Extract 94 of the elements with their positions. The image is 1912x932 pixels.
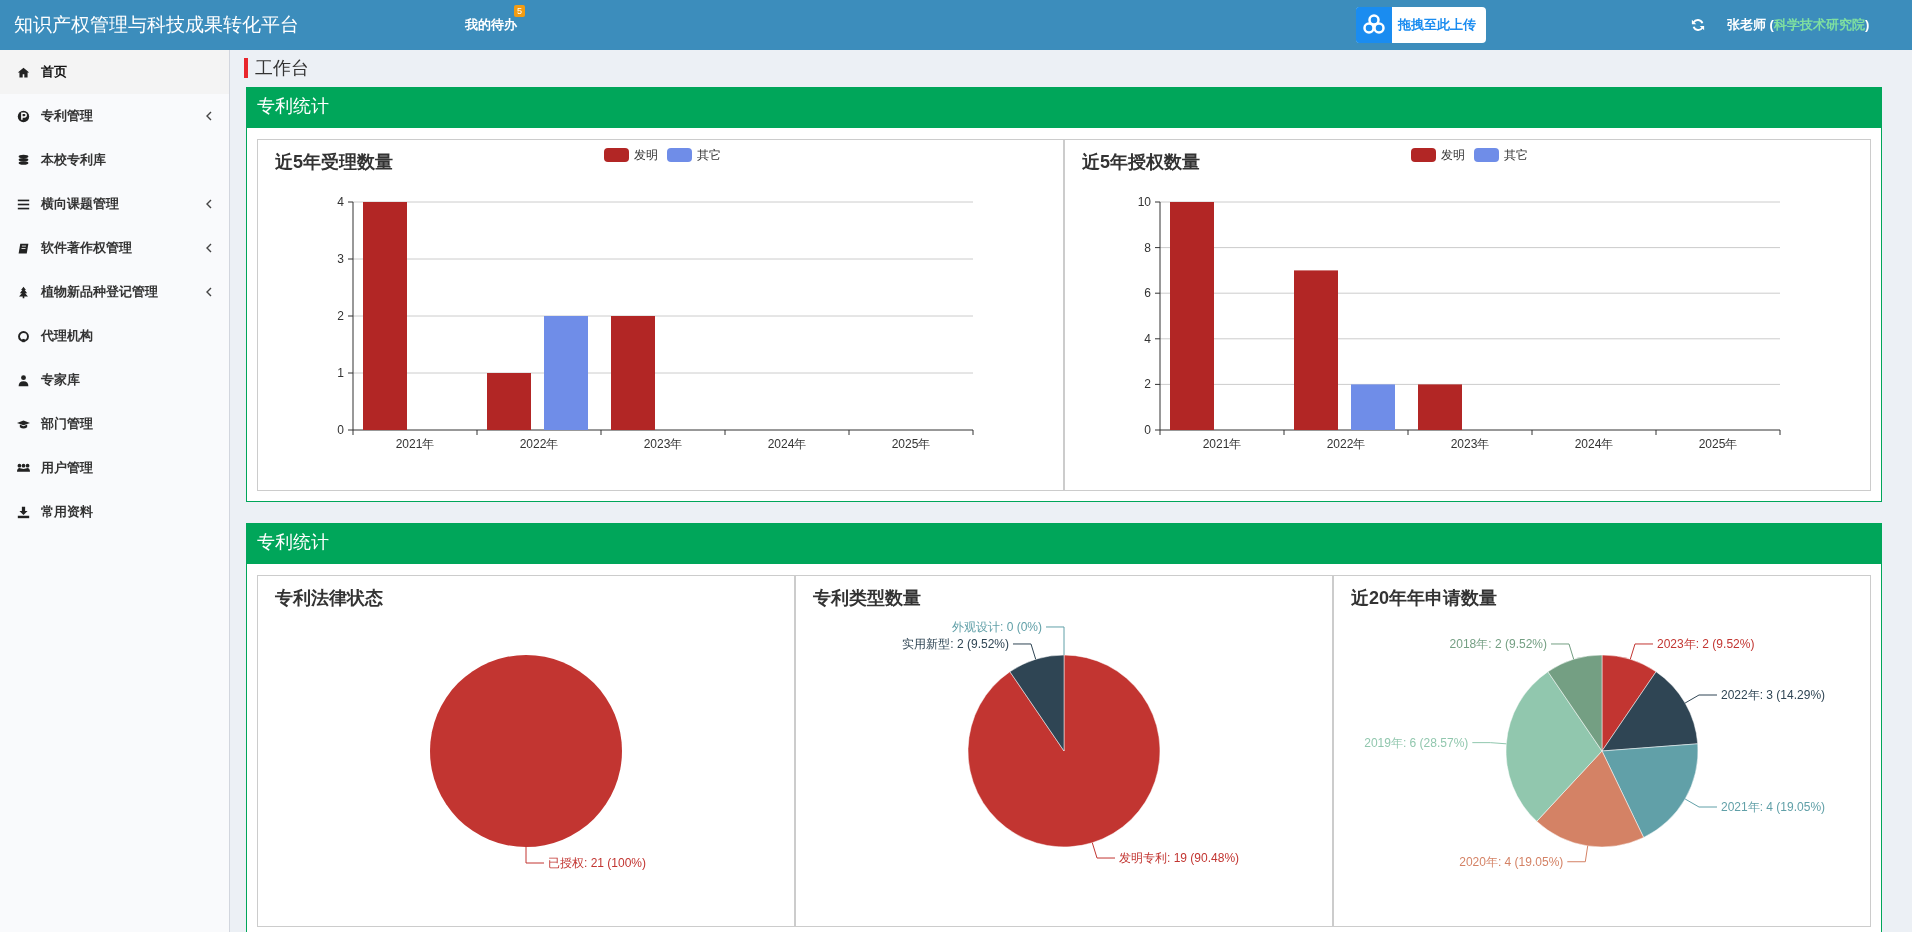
leader-line	[1012, 643, 1037, 660]
legend-label[interactable]: 发明	[634, 148, 658, 162]
tree-icon	[17, 285, 30, 299]
tick-label: 2021年	[1202, 437, 1242, 451]
leader-line	[1684, 798, 1718, 808]
tick-label: 4	[337, 195, 344, 209]
breadcrumb-title: 工作台	[244, 58, 309, 78]
sidebar-item[interactable]: 横向课题管理	[0, 182, 229, 226]
slice-label: 外观设计: 0 (0%)	[952, 620, 1042, 634]
count-badge: 5	[514, 5, 525, 17]
ring-icon	[17, 329, 30, 343]
sidebar-item[interactable]: 植物新品种登记管理	[0, 270, 229, 314]
leader-line	[1091, 842, 1116, 859]
chevron-left-icon	[205, 287, 213, 297]
tick-label: 2022年	[1326, 437, 1366, 451]
sidebar-item[interactable]: 首页	[0, 50, 229, 94]
tick-label: 0	[1144, 423, 1151, 437]
pie-slice[interactable]	[1601, 743, 1699, 838]
bar[interactable]	[1418, 384, 1462, 430]
users-icon	[17, 461, 30, 475]
chart-title: 近20年年申请数量	[1351, 588, 1498, 608]
legend-swatch[interactable]	[667, 148, 692, 162]
tick-label: 2023年	[643, 437, 683, 451]
sidebar-item[interactable]: 部门管理	[0, 402, 229, 446]
leader-line	[1471, 742, 1507, 745]
sidebar-item[interactable]: 代理机构	[0, 314, 229, 358]
slice-label: 实用新型: 2 (9.52%)	[902, 637, 1009, 651]
legend-label[interactable]: 其它	[697, 148, 721, 162]
slice-label: 2022年: 3 (14.29%)	[1721, 688, 1826, 702]
chart-title: 专利法律状态	[275, 588, 383, 608]
refresh-icon[interactable]	[1691, 18, 1705, 32]
sidebar-item[interactable]: 常用资料	[0, 490, 229, 534]
slice-label: 2018年: 2 (9.52%)	[1449, 637, 1547, 651]
pie-slice[interactable]	[1601, 671, 1698, 752]
tick-label: 2024年	[1574, 437, 1614, 451]
leader-line	[1566, 845, 1589, 863]
pie-slice[interactable]	[1009, 654, 1065, 752]
todo-link[interactable]: 我的待办	[465, 16, 517, 34]
leader-line	[1629, 643, 1654, 660]
leader-line	[1684, 694, 1718, 704]
sidebar-item[interactable]: 本校专利库	[0, 138, 229, 182]
download-icon	[17, 505, 30, 519]
tick-label: 6	[1144, 286, 1151, 301]
tick-label: 2	[1144, 377, 1151, 392]
user-menu[interactable]: 张老师 (科学技术研究院)	[1727, 16, 1870, 34]
legend-swatch[interactable]	[604, 148, 629, 162]
tick-label: 2024年	[767, 437, 807, 451]
tick-label: 10	[1137, 195, 1151, 209]
tick-label: 4	[1144, 331, 1151, 346]
tick-label: 1	[337, 366, 344, 380]
legend-swatch[interactable]	[1411, 148, 1436, 162]
chart-title: 近5年授权数量	[1082, 152, 1200, 172]
slice-label: 2019年: 6 (28.57%)	[1364, 735, 1469, 750]
pie-slice[interactable]	[967, 654, 1161, 848]
tick-label: 2025年	[891, 437, 931, 451]
slice-label: 2021年: 4 (19.05%)	[1721, 800, 1826, 814]
leader-line	[1550, 643, 1575, 660]
database-icon	[17, 153, 30, 167]
panel-header: 专利统计	[247, 88, 1881, 128]
chevron-left-icon	[205, 243, 213, 253]
chevron-left-icon	[205, 111, 213, 121]
home-icon	[17, 65, 30, 79]
tick-label: 2021年	[395, 437, 435, 451]
panel-header: 专利统计	[247, 524, 1881, 564]
tick-label: 2	[337, 309, 344, 323]
sidebar-item[interactable]: 软件著作权管理	[0, 226, 229, 270]
slice-label: 发明专利: 19 (90.48%)	[1119, 851, 1240, 865]
sidebar-item[interactable]: 专利管理	[0, 94, 229, 138]
book-icon	[17, 241, 30, 255]
pie-slice[interactable]	[430, 655, 622, 847]
tick-label: 8	[1144, 240, 1151, 255]
slice-label: 2023年: 2 (9.52%)	[1657, 637, 1755, 651]
sidebar-item[interactable]: 用户管理	[0, 446, 229, 490]
chart-title: 近5年受理数量	[275, 152, 393, 172]
person-icon	[17, 373, 30, 387]
tick-label: 0	[337, 423, 344, 437]
tick-label: 2022年	[519, 437, 559, 451]
leader-line	[525, 846, 545, 864]
tick-label: 3	[337, 252, 344, 266]
sidebar-item[interactable]: 专家库	[0, 358, 229, 402]
graduation-cap-icon	[17, 417, 30, 431]
menu-icon	[17, 197, 30, 211]
legend-swatch[interactable]	[1474, 148, 1499, 162]
slice-label: 已授权: 21 (100%)	[548, 856, 647, 870]
leader-line	[1045, 626, 1065, 656]
chevron-left-icon	[205, 199, 213, 209]
app-title: 知识产权管理与科技成果转化平台	[14, 13, 300, 37]
p-circle-icon	[17, 109, 30, 123]
tick-label: 2023年	[1450, 437, 1490, 451]
tick-label: 2025年	[1698, 437, 1738, 451]
legend-label[interactable]: 其它	[1504, 148, 1528, 162]
legend-label[interactable]: 发明	[1441, 148, 1465, 162]
chart-title: 专利类型数量	[813, 588, 921, 608]
slice-label: 2020年: 4 (19.05%)	[1459, 854, 1564, 869]
